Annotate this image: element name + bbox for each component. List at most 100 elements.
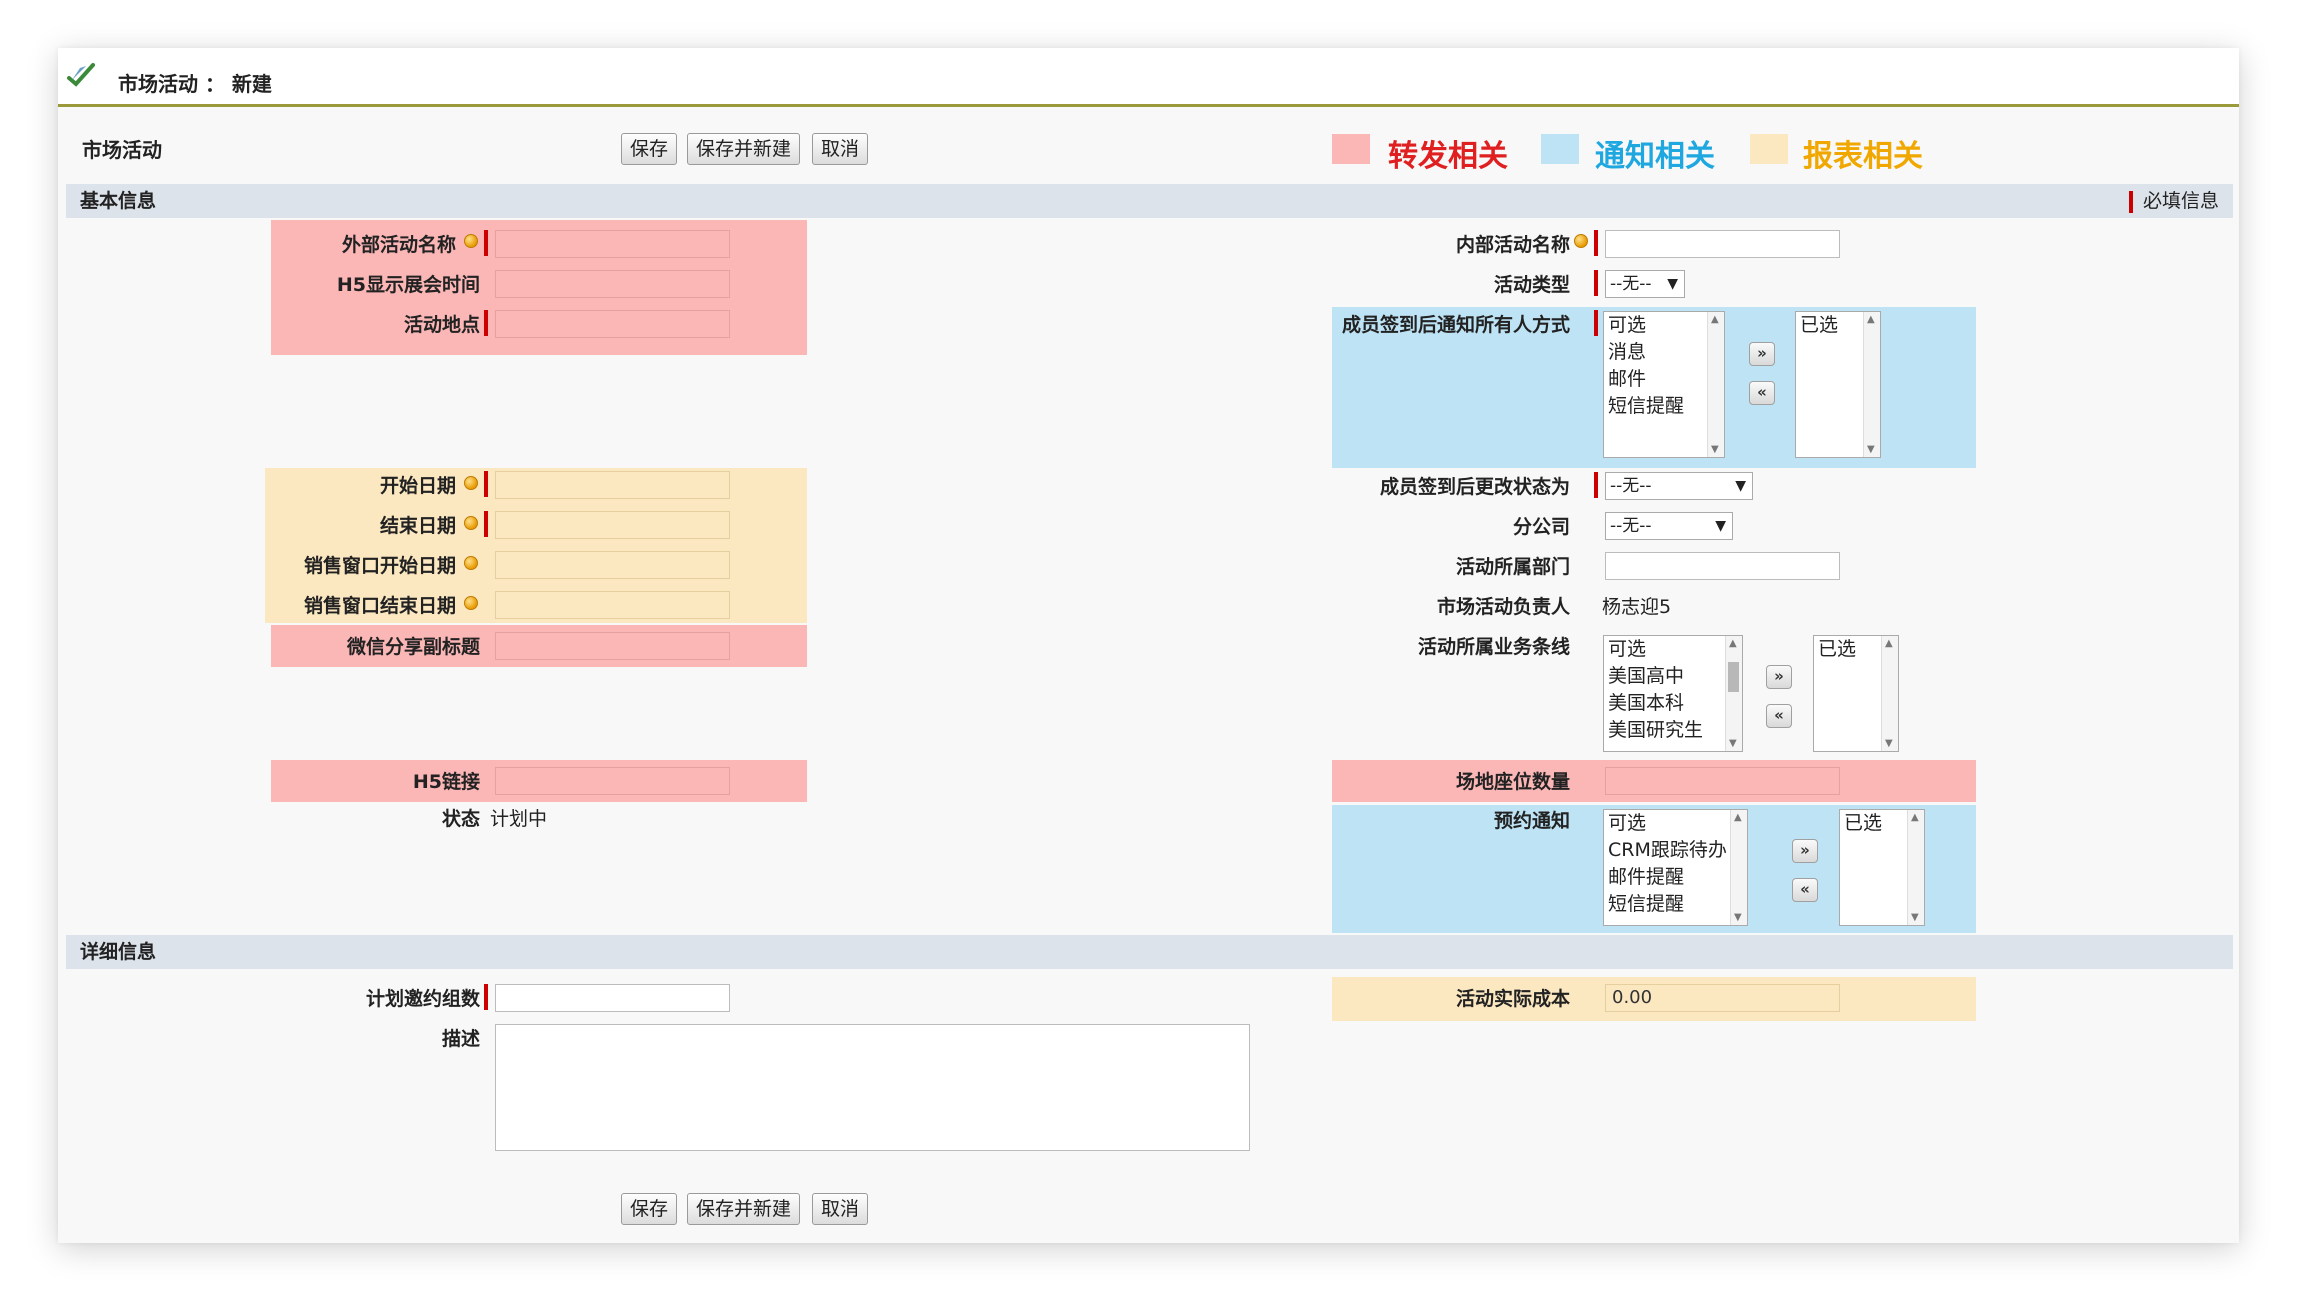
required-bar (484, 471, 488, 497)
actual-cost-label: 活动实际成本 (1455, 988, 1570, 1010)
start-date-input[interactable] (495, 471, 730, 499)
booking-notify-available-list[interactable]: 可选 CRM跟踪待办 邮件提醒 短信提醒 ▲ ▼ (1603, 809, 1748, 926)
page-title: 市场活动 ： 新建 (118, 72, 272, 96)
required-bar (1594, 270, 1598, 296)
required-dot-icon (464, 556, 478, 570)
checkin-notify-available-list[interactable]: 可选 消息 邮件 短信提醒 ▲ ▼ (1603, 311, 1725, 458)
external-name-input[interactable] (495, 230, 730, 258)
owner-label: 市场活动负责人 (1436, 596, 1570, 618)
list-item[interactable]: 美国高中 (1604, 663, 1742, 690)
move-left-button[interactable]: « (1749, 381, 1775, 405)
list-item[interactable]: 消息 (1604, 339, 1724, 366)
actual-cost-input[interactable]: 0.00 (1605, 984, 1840, 1012)
location-label: 活动地点 (403, 314, 480, 336)
business-line-available-list[interactable]: 可选 美国高中 美国本科 美国研究生 ▲ ▼ (1603, 635, 1743, 752)
wechat-subtitle-label: 微信分享副标题 (346, 636, 480, 658)
end-date-input[interactable] (495, 511, 730, 539)
external-name-label: 外部活动名称 (341, 234, 456, 256)
save-button-top[interactable]: 保存 (621, 133, 678, 165)
scrollbar[interactable]: ▲ ▼ (1907, 810, 1924, 925)
move-left-button[interactable]: « (1792, 878, 1818, 902)
list-item[interactable]: 短信提醒 (1604, 393, 1724, 420)
activity-type-label: 活动类型 (1493, 274, 1570, 296)
section-detail-title: 详细信息 (80, 941, 157, 963)
list-item[interactable]: 美国本科 (1604, 690, 1742, 717)
chevron-down-icon: ▼ (1667, 276, 1678, 292)
scrollbar[interactable]: ▲ ▼ (1863, 312, 1880, 457)
legend-notify-swatch (1541, 134, 1579, 164)
owner-value[interactable]: 杨志迎5 (1602, 592, 1671, 619)
h5-link-input[interactable] (495, 767, 730, 795)
section-basic-title: 基本信息 (80, 190, 157, 212)
branch-select[interactable]: --无-- ▼ (1605, 512, 1733, 540)
sales-end-input[interactable] (495, 591, 730, 619)
status-value: 计划中 (490, 808, 548, 830)
scrollbar[interactable]: ▲ ▼ (1881, 636, 1898, 751)
checkin-notify-label: 成员签到后通知所有人方式 (1341, 314, 1570, 336)
list-item[interactable]: 邮件 (1604, 366, 1724, 393)
save-new-button-bottom[interactable]: 保存并新建 (687, 1193, 801, 1225)
department-input[interactable] (1605, 552, 1840, 580)
checkin-notify-selected-list[interactable]: 已选 ▲ ▼ (1795, 311, 1881, 458)
description-label: 描述 (441, 1028, 480, 1050)
department-label: 活动所属部门 (1455, 556, 1570, 578)
required-bar (484, 310, 488, 336)
business-line-selected-list[interactable]: 已选 ▲ ▼ (1813, 635, 1899, 752)
booking-notify-selected-list[interactable]: 已选 ▲ ▼ (1839, 809, 1925, 926)
checkin-status-select[interactable]: --无-- ▼ (1605, 472, 1753, 500)
sales-start-label: 销售窗口开始日期 (303, 555, 456, 577)
save-new-button-top[interactable]: 保存并新建 (687, 133, 801, 165)
wechat-subtitle-input[interactable] (495, 632, 730, 660)
seat-count-label: 场地座位数量 (1455, 771, 1570, 793)
sales-end-label: 销售窗口结束日期 (303, 595, 456, 617)
required-dot-icon (464, 516, 478, 530)
list-header: 可选 (1608, 638, 1647, 660)
internal-name-label: 内部活动名称 (1455, 234, 1570, 256)
business-line-label: 活动所属业务条线 (1417, 636, 1570, 658)
required-dot-icon (1574, 234, 1588, 248)
check-feather-icon (67, 63, 95, 87)
cancel-button-bottom[interactable]: 取消 (812, 1193, 869, 1225)
list-item[interactable]: 短信提醒 (1604, 891, 1747, 918)
title-bar: 市场活动 ： 新建 (58, 48, 2239, 107)
start-date-label: 开始日期 (379, 475, 456, 497)
required-dot-icon (464, 234, 478, 248)
section-detail-info: 详细信息 (66, 935, 2233, 969)
checkin-status-label: 成员签到后更改状态为 (1379, 476, 1570, 498)
form-card: 市场活动 ： 新建 市场活动 保存 保存并新建 取消 转发相关 通知相关 报表相… (58, 48, 2239, 1243)
cancel-button-top[interactable]: 取消 (812, 133, 869, 165)
list-item[interactable]: 邮件提醒 (1604, 864, 1747, 891)
legend-forward-label: 转发相关 (1388, 139, 1508, 174)
seat-count-input[interactable] (1605, 767, 1840, 795)
internal-name-input[interactable] (1605, 230, 1840, 258)
sales-start-input[interactable] (495, 551, 730, 579)
list-header: 可选 (1608, 314, 1647, 336)
list-item[interactable]: 美国研究生 (1604, 717, 1742, 744)
required-dot-icon (464, 476, 478, 490)
required-dot-icon (464, 596, 478, 610)
h5-show-time-input[interactable] (495, 270, 730, 298)
location-input[interactable] (495, 310, 730, 338)
end-date-label: 结束日期 (379, 515, 456, 537)
legend-forward-swatch (1332, 134, 1370, 164)
activity-type-select[interactable]: --无-- ▼ (1605, 270, 1685, 298)
required-bar (484, 511, 488, 537)
save-button-bottom[interactable]: 保存 (621, 1193, 678, 1225)
move-right-button[interactable]: » (1792, 839, 1818, 863)
scrollbar[interactable]: ▲ ▼ (1725, 636, 1742, 751)
form-name: 市场活动 (82, 138, 162, 162)
chevron-down-icon: ▼ (1735, 478, 1746, 494)
scrollbar[interactable]: ▲ ▼ (1730, 810, 1747, 925)
description-textarea[interactable] (495, 1024, 1250, 1151)
required-bar (1594, 310, 1598, 336)
move-right-button[interactable]: » (1766, 665, 1792, 689)
scrollbar[interactable]: ▲ ▼ (1707, 312, 1724, 457)
legend-notify-label: 通知相关 (1595, 139, 1715, 174)
invite-groups-input[interactable] (495, 984, 730, 1012)
move-left-button[interactable]: « (1766, 704, 1792, 728)
status-label: 状态 (441, 808, 480, 830)
move-right-button[interactable]: » (1749, 342, 1775, 366)
legend-report-label: 报表相关 (1803, 139, 1923, 174)
chevron-down-icon: ▼ (1715, 518, 1726, 534)
list-item[interactable]: CRM跟踪待办 (1604, 837, 1747, 864)
